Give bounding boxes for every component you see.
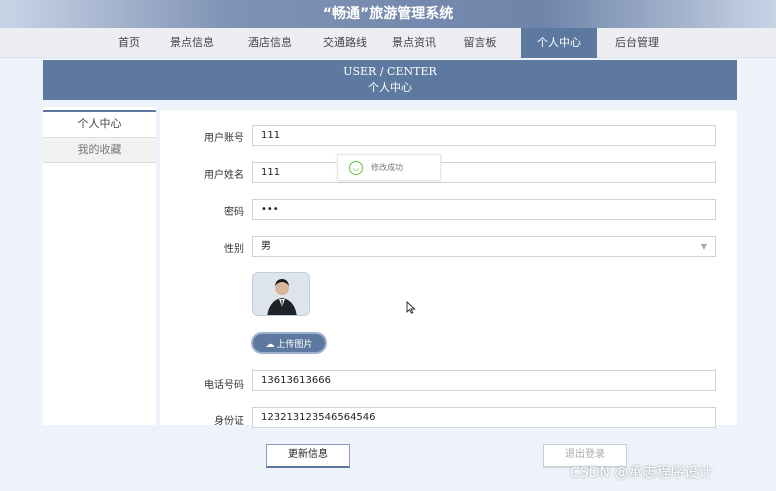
smile-check-icon: ◡ (349, 161, 363, 175)
nav-item-home[interactable]: 首页 (106, 28, 152, 58)
banner-title-en: USER / CENTER (343, 65, 437, 78)
gender-label: 性别 (224, 244, 244, 255)
nav-item-user-center[interactable]: 个人中心 (521, 28, 597, 58)
nav-item-routes[interactable]: 交通路线 (313, 28, 377, 58)
account-input[interactable]: 111 (252, 125, 716, 146)
gender-select[interactable]: 男 ▼ (252, 236, 716, 257)
phone-label: 电话号码 (204, 380, 244, 391)
id-card-input[interactable]: 123213123546564546 (252, 407, 716, 428)
mouse-cursor-icon (406, 301, 416, 314)
name-label: 用户姓名 (204, 170, 244, 181)
password-input[interactable]: ••• (252, 199, 716, 220)
cloud-upload-icon: ☁ (265, 340, 275, 350)
upload-image-button[interactable]: ☁ 上传图片 (251, 332, 327, 354)
account-label: 用户账号 (204, 133, 244, 144)
nav-item-admin[interactable]: 后台管理 (605, 28, 669, 58)
site-title: “畅通”旅游管理系统 (322, 6, 454, 22)
nav-item-news[interactable]: 景点资讯 (382, 28, 446, 58)
banner-title-cn: 个人中心 (368, 81, 412, 94)
nav-item-attractions[interactable]: 景点信息 (160, 28, 224, 58)
phone-input[interactable]: 13613613666 (252, 370, 716, 391)
watermark-text: CSDN @承志程序设计 (570, 465, 713, 481)
sidebar-item-favorites[interactable]: 我的收藏 (43, 137, 156, 163)
success-toast: ◡ 修改成功 (337, 154, 441, 181)
password-label: 密码 (224, 207, 244, 218)
upload-button-label: 上传图片 (276, 340, 313, 350)
sidebar-item-user-center[interactable]: 个人中心 (43, 110, 156, 136)
update-info-button[interactable]: 更新信息 (266, 444, 350, 468)
nav-item-messages[interactable]: 留言板 (455, 28, 505, 58)
person-photo-icon (253, 273, 309, 315)
id-card-label: 身份证 (214, 416, 244, 427)
avatar-photo (252, 272, 310, 316)
name-input[interactable]: 111 (252, 162, 716, 183)
toast-message: 修改成功 (371, 163, 403, 172)
main-nav: 首页 景点信息 酒店信息 交通路线 景点资讯 留言板 个人中心 后台管理 (0, 28, 776, 58)
gender-value: 男 (261, 241, 271, 252)
chevron-down-icon: ▼ (700, 242, 707, 251)
nav-item-hotels[interactable]: 酒店信息 (238, 28, 302, 58)
